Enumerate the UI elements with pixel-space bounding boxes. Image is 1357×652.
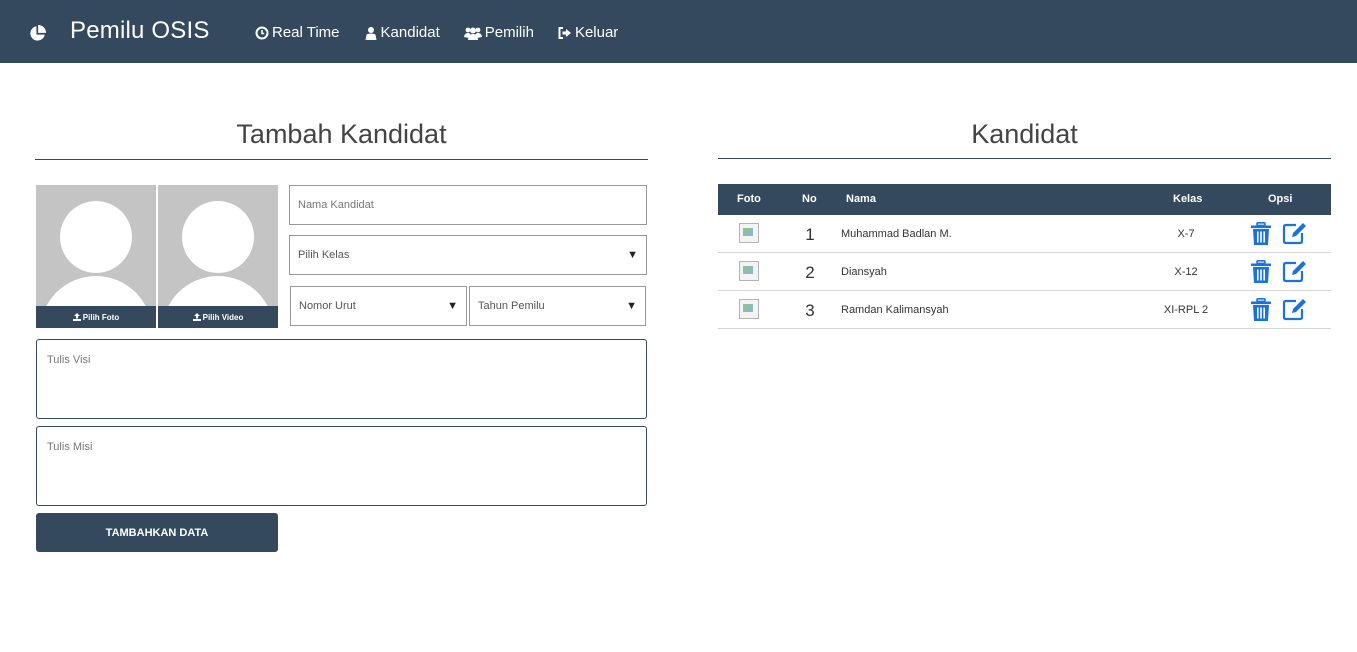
nav-item-keluar[interactable]: Keluar	[558, 24, 618, 41]
col-kelas: Kelas	[1173, 193, 1203, 205]
class-select-value: Pilih Kelas	[298, 249, 350, 261]
col-foto: Foto	[737, 193, 761, 205]
candidate-photo	[739, 223, 759, 243]
candidate-number: 3	[805, 301, 815, 320]
edit-icon[interactable]	[1282, 259, 1308, 283]
candidate-table: Foto No Nama Kelas Opsi 1 Muhammad Badla…	[718, 184, 1331, 329]
add-data-button[interactable]: TAMBAHKAN DATA	[36, 513, 278, 552]
table-title-divider	[718, 158, 1331, 159]
number-select-value: Nomor Urut	[299, 300, 356, 312]
dropdown-caret-icon: ▼	[447, 300, 458, 312]
brand-title[interactable]: Pemilu OSIS	[70, 17, 210, 45]
candidate-name: Muhammad Badlan M.	[841, 228, 952, 240]
candidate-number: 2	[805, 263, 815, 282]
candidate-photo	[739, 261, 759, 281]
choose-photo-button[interactable]: Pilih Foto	[36, 306, 156, 328]
avatar-placeholder-icon	[182, 201, 254, 273]
sign-out-icon	[558, 26, 571, 39]
year-select-value: Tahun Pemilu	[478, 300, 545, 312]
year-select[interactable]: Tahun Pemilu ▼	[469, 286, 646, 326]
top-navbar: Pemilu OSIS Real Time Kandidat Pemilih K…	[0, 0, 1357, 63]
table-row: 2 Diansyah X-12	[718, 253, 1331, 291]
users-icon	[463, 27, 482, 40]
nav-label: Kandidat	[380, 24, 440, 41]
trash-icon[interactable]	[1250, 298, 1272, 322]
main-nav: Real Time Kandidat Pemilih Keluar	[255, 24, 642, 41]
vision-placeholder: Tulis Visi	[47, 354, 91, 366]
avatar-placeholder-icon	[60, 201, 132, 273]
candidate-class: X-7	[1177, 228, 1195, 240]
col-opsi: Opsi	[1268, 193, 1293, 205]
nav-item-real-time[interactable]: Real Time	[255, 24, 340, 41]
candidate-photo	[739, 299, 759, 319]
candidate-name-placeholder: Nama Kandidat	[298, 199, 374, 211]
video-upload-box[interactable]: Pilih Video	[158, 185, 278, 328]
choose-video-button[interactable]: Pilih Video	[158, 306, 278, 328]
col-no: No	[802, 193, 817, 205]
edit-icon[interactable]	[1282, 297, 1308, 321]
upload-icon	[192, 313, 201, 321]
user-icon	[365, 26, 377, 40]
nav-label: Keluar	[574, 24, 619, 41]
dropdown-caret-icon: ▼	[627, 249, 638, 261]
nav-label: Pemilih	[484, 24, 534, 41]
table-row: 3 Ramdan Kalimansyah XI-RPL 2	[718, 291, 1331, 329]
col-nama: Nama	[846, 193, 876, 205]
clock-icon	[255, 26, 269, 39]
trash-icon[interactable]	[1250, 260, 1272, 284]
nav-item-kandidat[interactable]: Kandidat	[364, 24, 440, 41]
upload-icon	[72, 313, 81, 321]
table-header: Foto No Nama Kelas Opsi	[718, 184, 1331, 215]
candidate-name: Ramdan Kalimansyah	[841, 304, 949, 316]
photo-upload-box[interactable]: Pilih Foto	[36, 185, 156, 328]
choose-photo-label: Pilih Foto	[82, 312, 120, 322]
vision-textarea[interactable]: Tulis Visi	[36, 339, 647, 419]
choose-video-label: Pilih Video	[202, 312, 244, 322]
candidate-class: X-12	[1174, 266, 1198, 278]
form-title-divider	[35, 159, 648, 160]
candidate-number: 1	[805, 225, 815, 244]
trash-icon[interactable]	[1250, 222, 1272, 246]
mission-placeholder: Tulis Misi	[47, 441, 93, 453]
candidate-name-input[interactable]: Nama Kandidat	[289, 185, 647, 225]
pie-chart-icon	[30, 25, 46, 41]
candidate-class: XI-RPL 2	[1163, 304, 1209, 316]
nav-label: Real Time	[272, 24, 340, 41]
nav-item-pemilih[interactable]: Pemilih	[463, 24, 534, 41]
mission-textarea[interactable]: Tulis Misi	[36, 426, 647, 506]
table-title: Kandidat	[971, 119, 1078, 149]
number-select[interactable]: Nomor Urut ▼	[290, 286, 467, 326]
candidate-name: Diansyah	[841, 266, 887, 278]
table-row: 1 Muhammad Badlan M. X-7	[718, 215, 1331, 253]
dropdown-caret-icon: ▼	[626, 300, 637, 312]
form-title: Tambah Kandidat	[236, 119, 447, 149]
class-select[interactable]: Pilih Kelas ▼	[289, 235, 647, 275]
edit-icon[interactable]	[1282, 221, 1308, 245]
